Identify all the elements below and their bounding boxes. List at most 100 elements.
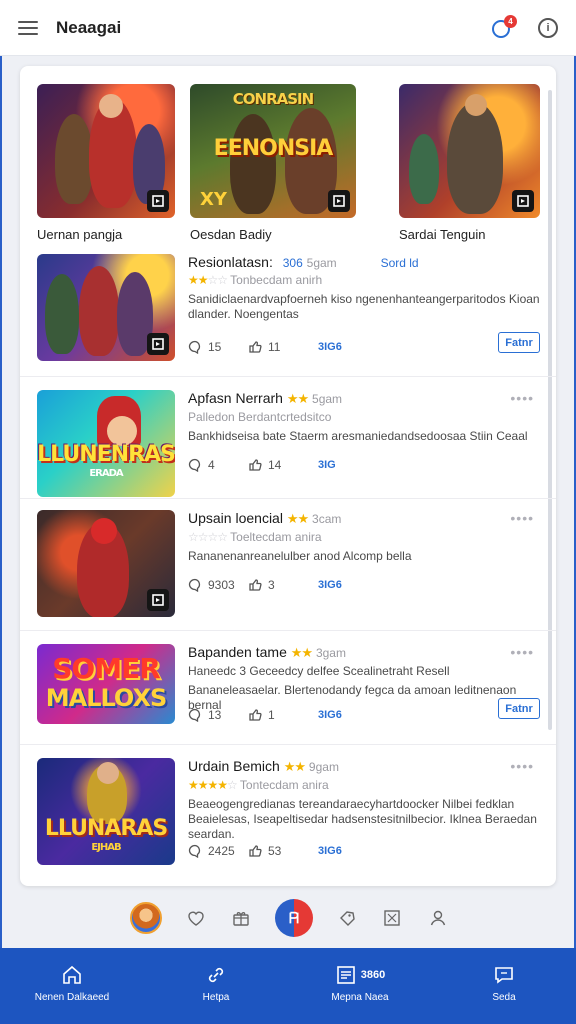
item-title-row: Urdain Bemich ★★ 9gam xyxy=(188,758,540,775)
item-logo-sub: ERADA xyxy=(89,468,123,479)
title-stars: ★★ xyxy=(283,759,306,774)
likes-value: 53 xyxy=(268,844,282,858)
divider xyxy=(20,744,556,745)
item-time: 5gam xyxy=(312,392,343,406)
hamburger-menu-icon[interactable] xyxy=(18,20,38,35)
notification-icon[interactable]: 4 xyxy=(492,14,517,39)
list-item[interactable]: LLUNARAS EJHAB Urdain Bemich ★★ 9gam ★★★… xyxy=(37,758,540,868)
item-thumbnail[interactable]: LLUNARAS EJHAB xyxy=(37,758,175,865)
app-header: Neaagai 4 i xyxy=(0,0,576,56)
featured-item[interactable]: Uernan pangja xyxy=(37,84,175,242)
likes-value: 14 xyxy=(268,458,282,472)
follow-button[interactable]: Fatnr xyxy=(498,332,540,353)
item-logo: LLUNARAS xyxy=(44,816,168,841)
item-thumbnail[interactable] xyxy=(37,254,175,361)
item-title[interactable]: Urdain Bemich xyxy=(188,758,280,774)
title-stars: ★★ xyxy=(290,645,313,660)
follow-button[interactable]: Fatnr xyxy=(498,698,540,719)
info-icon[interactable]: i xyxy=(538,17,558,38)
featured-item[interactable]: CONRASIN EENONSIA XY Oesdan Badiy xyxy=(190,84,356,242)
likes-value: 11 xyxy=(268,340,281,354)
item-extra[interactable]: 3IG6 xyxy=(318,709,342,721)
nav-label: Hetpa xyxy=(202,992,230,1003)
item-logo-sub: EJHAB xyxy=(91,842,121,853)
user-icon[interactable] xyxy=(426,906,450,930)
item-title[interactable]: Upsain loencial xyxy=(188,510,283,526)
more-options-icon[interactable]: •••• xyxy=(510,644,534,660)
likes-count[interactable]: 14 xyxy=(248,458,318,472)
center-action-button[interactable] xyxy=(274,899,313,937)
item-rating: ★★★★☆ Tontecdam anira xyxy=(188,778,540,792)
play-icon[interactable] xyxy=(147,589,169,611)
notification-badge: 4 xyxy=(504,14,517,28)
rating-stars-empty: ☆☆ xyxy=(207,273,228,287)
replies-count[interactable]: 13 xyxy=(188,708,248,722)
item-extra[interactable]: 3IG6 xyxy=(318,579,342,591)
featured-thumbnail[interactable]: CONRASIN EENONSIA XY xyxy=(190,84,356,218)
likes-count[interactable]: 1 xyxy=(248,708,318,722)
item-rating: ★★☆☆ Tonbecdam anirh xyxy=(188,273,540,287)
item-description: Bankhidseisa bate Staerm aresmaniedandse… xyxy=(188,429,528,443)
image-icon[interactable] xyxy=(380,906,404,930)
featured-thumbnail[interactable] xyxy=(399,84,540,218)
play-icon[interactable] xyxy=(512,190,534,212)
item-meta: 2425 53 3IG6 xyxy=(188,844,540,858)
replies-count[interactable]: 9303 xyxy=(188,578,248,592)
item-logo-sub: MALLOXS xyxy=(45,684,168,712)
item-thumbnail[interactable] xyxy=(37,510,175,617)
replies-count[interactable]: 2425 xyxy=(188,844,248,858)
item-title[interactable]: Resionlatasn: xyxy=(188,254,273,270)
item-description: Rananenanreanelulber anod Alcomp bella xyxy=(188,549,412,563)
item-extra[interactable]: 3IG6 xyxy=(318,341,342,353)
list-item[interactable]: Upsain loencial ★★ 3cam ☆☆☆☆ Toeltecdam … xyxy=(37,510,540,620)
likes-count[interactable]: 11 xyxy=(248,340,318,354)
link-icon xyxy=(208,967,224,983)
replies-count[interactable]: 4 xyxy=(188,458,248,472)
heart-icon[interactable] xyxy=(184,906,208,930)
tag-icon[interactable] xyxy=(335,906,359,930)
chat-icon xyxy=(495,967,513,984)
item-thumbnail[interactable]: LLUNENRAS ERADA xyxy=(37,390,175,497)
item-meta: 15 11 3IG6 Fatnr xyxy=(188,332,540,354)
replies-count[interactable]: 15 xyxy=(188,340,248,354)
item-title[interactable]: Bapanden tame xyxy=(188,644,287,660)
play-icon[interactable] xyxy=(147,333,169,355)
avatar[interactable] xyxy=(130,902,162,934)
nav-item-news[interactable]: 3860 Mepna Naea xyxy=(305,964,415,1003)
item-rating: Haneedc 3 Geceedcy delfee Scealinetraht … xyxy=(188,664,450,678)
featured-label: Sardai Tenguin xyxy=(399,227,486,242)
scrollbar[interactable] xyxy=(548,90,552,730)
gift-icon[interactable] xyxy=(229,906,253,930)
item-title[interactable]: Apfasn Nerrarh xyxy=(188,390,283,406)
play-icon[interactable] xyxy=(328,190,350,212)
more-options-icon[interactable]: •••• xyxy=(510,510,534,526)
list-item[interactable]: SOMER MALLOXS Bapanden tame ★★ 3gam Hane… xyxy=(37,644,540,754)
list-item[interactable]: Resionlatasn: 306 5gam Sord ld ★★☆☆ Tonb… xyxy=(37,254,540,364)
featured-tag: XY xyxy=(200,189,227,210)
list-item[interactable]: LLUNENRAS ERADA Apfasn Nerrarh ★★ 5gam P… xyxy=(37,390,540,500)
item-meta: 4 14 3IG xyxy=(188,458,540,472)
item-extra[interactable]: 3IG xyxy=(318,459,336,471)
likes-value: 3 xyxy=(268,578,275,592)
nav-item-chat[interactable]: Seda xyxy=(449,964,559,1003)
item-description: Sanidiclaenardvapfoerneh kiso ngenenhant… xyxy=(188,292,540,321)
more-options-icon[interactable]: •••• xyxy=(510,390,534,406)
featured-thumbnail[interactable] xyxy=(37,84,175,218)
nav-item-home[interactable]: Nenen Dalkaeed xyxy=(17,964,127,1003)
featured-item[interactable]: Sardai Tenguin xyxy=(399,84,540,242)
nav-item-help[interactable]: Hetpa xyxy=(161,964,271,1003)
item-thumbnail[interactable]: SOMER MALLOXS xyxy=(37,644,175,724)
title-stars: ★★ xyxy=(286,391,309,406)
featured-banner: CONRASIN xyxy=(232,90,314,108)
divider xyxy=(20,630,556,631)
play-icon[interactable] xyxy=(147,190,169,212)
featured-logo: EENONSIA xyxy=(213,136,334,161)
item-extra[interactable]: 3IG6 xyxy=(318,845,342,857)
divider xyxy=(20,498,556,499)
item-time: 3cam xyxy=(312,512,342,526)
more-options-icon[interactable]: •••• xyxy=(510,758,534,774)
likes-count[interactable]: 3 xyxy=(248,578,318,592)
nav-label: Nenen Dalkaeed xyxy=(34,992,110,1003)
likes-count[interactable]: 53 xyxy=(248,844,318,858)
item-link[interactable]: Sord ld xyxy=(381,256,419,270)
